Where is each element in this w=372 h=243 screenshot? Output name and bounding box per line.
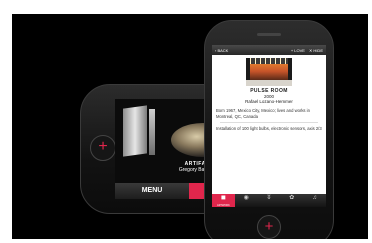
artwork-description: Installation of 100 light bulbs, electro… xyxy=(216,126,322,132)
artist-bio: Born 1967, Mexico City, Mexico; lives an… xyxy=(216,108,310,119)
divider xyxy=(220,122,318,124)
home-button[interactable]: + xyxy=(257,215,281,239)
people-icon: ʬ xyxy=(267,195,271,201)
tab-artwork[interactable]: ◼ ARTWORK xyxy=(212,194,235,207)
audio-icon: ◉ xyxy=(243,195,249,201)
music-icon: ♫ xyxy=(312,195,317,201)
product-scene: + ARTIFACT Gregory Batsenko MENU UPDATE … xyxy=(12,14,368,239)
love-button[interactable]: + LOVE xyxy=(291,48,305,53)
gallery-floor xyxy=(246,80,292,86)
gallery-wall xyxy=(250,64,288,80)
back-button[interactable]: ‹ BACK xyxy=(215,48,228,53)
nav-bar: ‹ BACK + LOVE ✕ HIDE xyxy=(212,45,326,55)
flower-icon: ✿ xyxy=(289,195,295,201)
artwork-icon: ◼ xyxy=(220,195,226,201)
artwork-title-block: PULSE ROOM 2000 Rafael Lozano-Hemmer xyxy=(212,88,326,104)
tab-people[interactable]: ʬ xyxy=(258,194,281,207)
artwork-image-frame xyxy=(123,105,147,157)
tab-explore[interactable]: ✿ xyxy=(280,194,303,207)
hide-button[interactable]: ✕ HIDE xyxy=(309,48,323,53)
artwork-image-column xyxy=(149,109,155,155)
home-button[interactable]: + xyxy=(90,135,116,161)
portrait-tab-bar: ◼ ARTWORK ◉ ʬ ✿ ♫ xyxy=(212,194,326,207)
speaker-grille xyxy=(257,33,281,36)
tab-artwork-label: ARTWORK xyxy=(217,204,230,207)
portrait-screen: ‹ BACK + LOVE ✕ HIDE PULSE ROOM 2000 Raf… xyxy=(212,45,326,207)
artwork-photo xyxy=(246,58,292,86)
tab-audio[interactable]: ◉ xyxy=(235,194,258,207)
portrait-phone: ‹ BACK + LOVE ✕ HIDE PULSE ROOM 2000 Raf… xyxy=(204,20,334,239)
menu-tab[interactable]: MENU xyxy=(115,183,189,199)
artwork-details: Born 1967, Mexico City, Mexico; lives an… xyxy=(212,104,326,132)
tab-music[interactable]: ♫ xyxy=(303,194,326,207)
